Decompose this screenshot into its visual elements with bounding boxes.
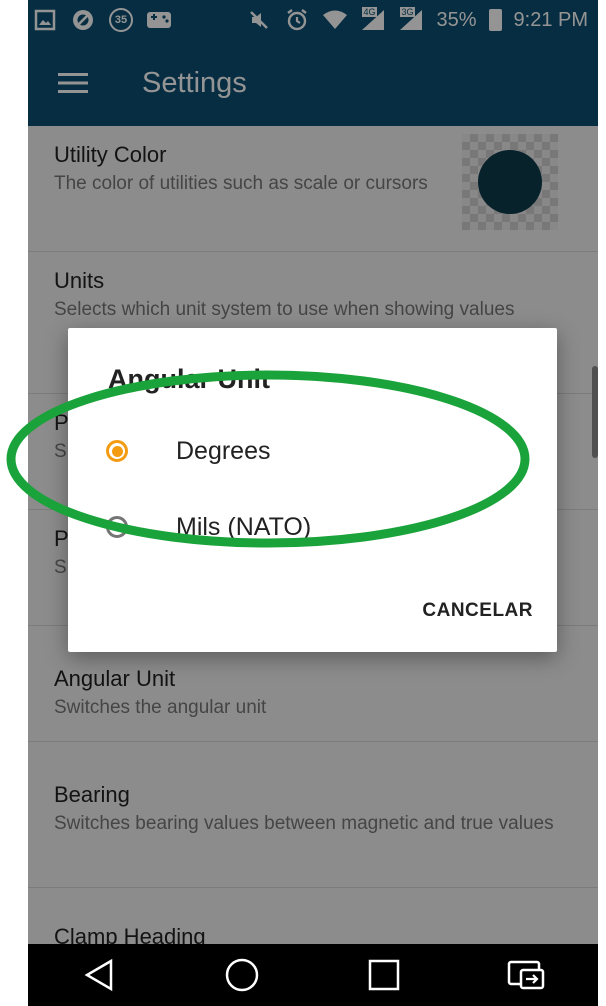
option-mils-nato[interactable]: Mils (NATO) bbox=[106, 500, 526, 554]
cancel-button[interactable]: CANCELAR bbox=[422, 600, 533, 622]
dual-window-button[interactable] bbox=[497, 945, 557, 1005]
angular-unit-dialog: Angular Unit Degrees Mils (NATO) CANCELA… bbox=[68, 328, 557, 652]
option-label: Mils (NATO) bbox=[176, 512, 312, 541]
phone-screen: 35 4G 3G 35% 9:21 PM Settings Utility Co… bbox=[28, 0, 598, 1006]
home-circle-icon bbox=[225, 958, 258, 992]
radio-unselected-icon[interactable] bbox=[106, 516, 128, 538]
dialog-title: Angular Unit bbox=[108, 364, 270, 394]
recents-square-icon bbox=[369, 959, 400, 991]
option-degrees[interactable]: Degrees bbox=[106, 424, 526, 478]
back-button[interactable] bbox=[69, 945, 129, 1005]
back-triangle-icon bbox=[84, 958, 113, 992]
recents-button[interactable] bbox=[354, 945, 414, 1005]
navigation-bar bbox=[28, 944, 598, 1006]
dual-window-icon bbox=[507, 960, 544, 990]
option-label: Degrees bbox=[176, 436, 271, 465]
home-button[interactable] bbox=[212, 945, 272, 1005]
radio-selected-icon[interactable] bbox=[106, 440, 128, 462]
